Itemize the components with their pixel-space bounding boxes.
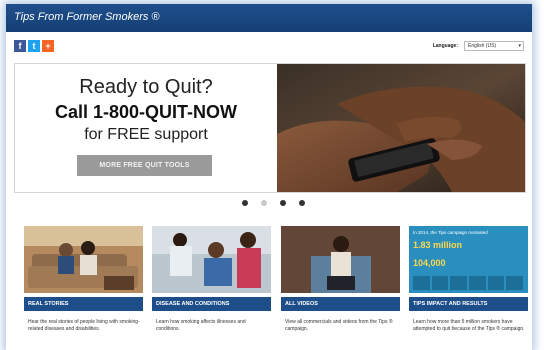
- impact-stat-1: 1.83 million: [413, 240, 463, 250]
- more-quit-tools-button[interactable]: MORE FREE QUIT TOOLS: [77, 155, 212, 176]
- impact-avatars: [413, 276, 524, 290]
- card-description: Learn how more than 5 million smokers ha…: [413, 319, 525, 332]
- impact-stat-2: 104,000: [413, 258, 446, 268]
- card-tips-impact[interactable]: In 2014, the Tips campaign motivated 1.8…: [409, 226, 528, 350]
- carousel-dot[interactable]: [299, 200, 305, 206]
- woman-seated-image: [281, 226, 400, 293]
- card-label[interactable]: REAL STORIES: [24, 297, 143, 311]
- impact-intro: In 2014, the Tips campaign motivated: [413, 230, 488, 235]
- site-title[interactable]: Tips From Former Smokers ®: [14, 11, 160, 23]
- card-label[interactable]: ALL VIDEOS: [281, 297, 400, 311]
- card-real-stories[interactable]: REAL STORIES Hear the real stories of pe…: [24, 226, 143, 350]
- hand-holding-phone-image: [277, 64, 525, 192]
- card-description: View all commercials and videos from the…: [285, 319, 393, 332]
- avatar: [413, 276, 430, 290]
- hero-heading: Ready to Quit?: [79, 76, 213, 98]
- language-label: Language:: [432, 43, 458, 49]
- site-header: Tips From Former Smokers ®: [6, 4, 532, 32]
- disease-conditions-thumbnail[interactable]: [152, 226, 271, 293]
- card-all-videos[interactable]: ALL VIDEOS View all commercials and vide…: [281, 226, 400, 350]
- avatar: [431, 276, 449, 290]
- hero-banner: Ready to Quit? Call 1-800-QUIT-NOW for F…: [14, 63, 526, 193]
- avatar: [487, 276, 505, 290]
- browser-frame: Tips From Former Smokers ® f t + Languag…: [6, 4, 532, 350]
- twitter-icon[interactable]: t: [28, 40, 40, 52]
- carousel-dot[interactable]: [242, 200, 248, 206]
- tips-impact-thumbnail[interactable]: In 2014, the Tips campaign motivated 1.8…: [409, 226, 528, 293]
- avatar: [450, 276, 468, 290]
- couple-on-sofa-image: [24, 226, 143, 293]
- card-description: Hear the real stories of people living w…: [28, 319, 140, 332]
- language-selected: English (US): [468, 43, 497, 49]
- hero-text-panel: Ready to Quit? Call 1-800-QUIT-NOW for F…: [15, 64, 277, 192]
- hero-phone-photo: [277, 64, 525, 192]
- real-stories-thumbnail[interactable]: [24, 226, 143, 293]
- hero-phone: Call 1-800-QUIT-NOW: [54, 102, 238, 122]
- doctor-patient-image: [152, 226, 271, 293]
- facebook-icon[interactable]: f: [14, 40, 26, 52]
- share-plus-icon[interactable]: +: [42, 40, 54, 52]
- card-description: Learn how smoking affects illnesses and …: [156, 319, 246, 332]
- social-share-bar: f t +: [14, 40, 54, 52]
- card-label[interactable]: TIPS IMPACT AND RESULTS: [409, 297, 528, 311]
- language-selector: Language: English (US) ▾: [433, 41, 524, 51]
- card-disease-conditions[interactable]: DISEASE AND CONDITIONS Learn how smoking…: [152, 226, 271, 350]
- carousel-dot[interactable]: [280, 200, 286, 206]
- all-videos-thumbnail[interactable]: [281, 226, 400, 293]
- card-label[interactable]: DISEASE AND CONDITIONS: [152, 297, 271, 311]
- language-dropdown[interactable]: English (US) ▾: [464, 41, 524, 51]
- carousel-dot[interactable]: [261, 200, 267, 206]
- carousel-dots: [242, 200, 305, 206]
- chevron-down-icon: ▾: [518, 43, 521, 49]
- avatar: [469, 276, 486, 290]
- avatar: [506, 276, 524, 290]
- hero-subheading: for FREE support: [84, 126, 208, 143]
